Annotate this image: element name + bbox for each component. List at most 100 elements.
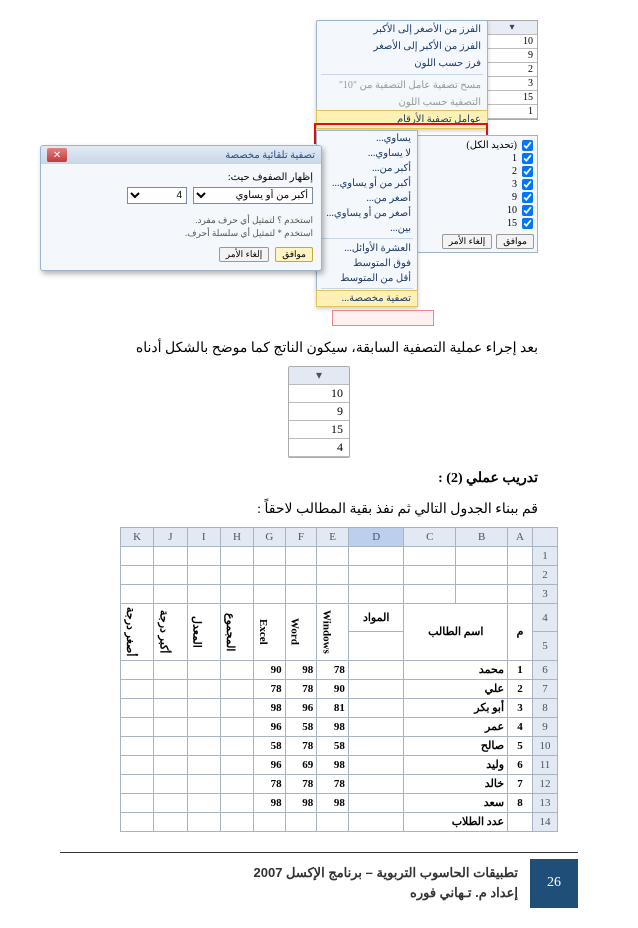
custom-autofilter-dialog[interactable]: تصفية تلقائية مخصصة ✕ إظهار الصفوف حيث: … xyxy=(40,145,322,271)
number-filter-submenu[interactable]: يساوي... لا يساوي... أكبر من... أكبر من … xyxy=(316,130,418,307)
exercise-heading: تدريب عملي (2) : xyxy=(40,468,538,490)
cell: 81 xyxy=(317,698,349,717)
cell: 3 xyxy=(487,77,537,91)
filter-values-panel[interactable]: (تحديد الكل) 1 2 3 9 10 15 موافق إلغاء ا… xyxy=(410,135,538,253)
label: 15 xyxy=(507,218,517,229)
exercise-text: قم ببناء الجدول التالي ثم نفذ بقية المطا… xyxy=(40,499,538,521)
cell: 90 xyxy=(317,679,349,698)
page-footer: 26 تطبيقات الحاسوب التربوية – برنامج الإ… xyxy=(60,859,578,909)
row-head: 2 xyxy=(533,566,558,585)
row-head: 12 xyxy=(533,774,558,793)
value-select[interactable]: 4 xyxy=(127,187,187,204)
mi-gte[interactable]: أكبر من أو يساوي... xyxy=(317,176,417,191)
mi-not-equals[interactable]: لا يساوي... xyxy=(317,146,417,161)
mi-custom-filter[interactable]: تصفية مخصصة... xyxy=(317,291,417,306)
row-head: 5 xyxy=(533,632,558,660)
cb-2[interactable] xyxy=(522,166,533,177)
cell: 1 xyxy=(508,660,533,679)
col-head: F xyxy=(285,528,317,547)
hdr-avg: المعدل xyxy=(191,614,204,650)
sort-by-color[interactable]: فرز حسب اللون xyxy=(317,55,487,72)
cell: 98 xyxy=(317,717,349,736)
label: 10 xyxy=(507,205,517,216)
hdr-max: أكبر درجة xyxy=(157,608,170,655)
label: 2 xyxy=(512,166,517,177)
label: 9 xyxy=(512,192,517,203)
cell-footer-label: عدد الطلاب xyxy=(404,812,508,831)
filter-screenshot-area: ▾ 10 9 2 3 15 1 الفرز من الأصغر إلى الأك… xyxy=(20,20,618,330)
cb-3[interactable] xyxy=(522,179,533,190)
number-filters[interactable]: عوامل تصفية الأرقام xyxy=(317,111,487,128)
ok-button[interactable]: موافق xyxy=(496,234,534,249)
color-filter: التصفية حسب اللون xyxy=(317,94,487,111)
sort-filter-menu[interactable]: الفرز من الأصغر إلى الأكبر الفرز من الأك… xyxy=(316,20,488,129)
mi-between[interactable]: بين... xyxy=(317,221,417,236)
paragraph-result: بعد إجراء عملية التصفية السابقة، سيكون ا… xyxy=(40,338,538,360)
footer-separator xyxy=(60,852,578,853)
cell: صالح xyxy=(404,736,508,755)
cell: 98 xyxy=(254,698,286,717)
hdr-subjects: المواد xyxy=(348,604,404,632)
mi-gt[interactable]: أكبر من... xyxy=(317,161,417,176)
cell: 10 xyxy=(289,385,349,403)
cell: 78 xyxy=(285,679,317,698)
cell: 58 xyxy=(317,736,349,755)
mi-lte[interactable]: أصغر من أو يساوي... xyxy=(317,206,417,221)
dlg-cancel-button[interactable]: إلغاء الأمر xyxy=(219,247,269,262)
cell: علي xyxy=(404,679,508,698)
cell: 9 xyxy=(487,49,537,63)
row-head: 13 xyxy=(533,793,558,812)
mi-equals[interactable]: يساوي... xyxy=(317,131,417,146)
mi-above-avg[interactable]: فوق المتوسط xyxy=(317,256,417,271)
cell: 2 xyxy=(508,679,533,698)
cb-1[interactable] xyxy=(522,153,533,164)
row-head: 7 xyxy=(533,679,558,698)
cell: 8 xyxy=(508,793,533,812)
cell: 98 xyxy=(254,793,286,812)
cell: محمد xyxy=(404,660,508,679)
sort-asc[interactable]: الفرز من الأصغر إلى الأكبر xyxy=(317,21,487,38)
col-head: B xyxy=(456,528,508,547)
cb-6[interactable] xyxy=(522,218,533,229)
corner xyxy=(533,528,558,547)
sort-desc[interactable]: الفرز من الأكبر إلى الأصغر xyxy=(317,38,487,55)
cell: 6 xyxy=(508,755,533,774)
cb-4[interactable] xyxy=(522,192,533,203)
hdr-windows: Windows xyxy=(320,608,332,656)
excel-column-after: ▾ 10 9 15 4 xyxy=(288,366,350,458)
cell: سعد xyxy=(404,793,508,812)
label: (تحديد الكل) xyxy=(466,140,517,151)
cell: أبو بكر xyxy=(404,698,508,717)
cell: 9 xyxy=(289,403,349,421)
footer-line-2: إعداد م. تـهاني فوره xyxy=(72,883,518,904)
hdr-excel: Excel xyxy=(257,617,269,647)
cell: 58 xyxy=(285,717,317,736)
close-icon[interactable]: ✕ xyxy=(47,148,67,162)
excel-column-before: ▾ 10 9 2 3 15 1 xyxy=(486,20,538,120)
operator-select[interactable]: أكبر من أو يساوي xyxy=(193,187,313,204)
row-head: 1 xyxy=(533,547,558,566)
hdr-word: Word xyxy=(289,616,301,647)
row-head: 6 xyxy=(533,660,558,679)
cell: 1 xyxy=(487,105,537,119)
cb-select-all[interactable] xyxy=(522,140,533,151)
dlg-ok-button[interactable]: موافق xyxy=(275,247,313,262)
mi-top10[interactable]: العشرة الأوائل... xyxy=(317,241,417,256)
dialog-titlebar: تصفية تلقائية مخصصة ✕ xyxy=(41,146,321,164)
label: 3 xyxy=(512,179,517,190)
cell: 58 xyxy=(254,736,286,755)
cell: 98 xyxy=(317,793,349,812)
row-head: 10 xyxy=(533,736,558,755)
row-head: 8 xyxy=(533,698,558,717)
filter-dropdown-icon: ▾ xyxy=(487,21,537,35)
row-head: 9 xyxy=(533,717,558,736)
mi-lt[interactable]: أصغر من... xyxy=(317,191,417,206)
cell: 4 xyxy=(289,439,349,457)
cancel-button[interactable]: إلغاء الأمر xyxy=(442,234,492,249)
cell: 96 xyxy=(254,755,286,774)
separator xyxy=(321,238,413,239)
exercise-excel-table: K J I H G F E D C B A 1 2 3 أصغر درجة أك… xyxy=(120,527,558,831)
mi-below-avg[interactable]: أقل من المتوسط xyxy=(317,271,417,286)
cb-5[interactable] xyxy=(522,205,533,216)
row-head: 3 xyxy=(533,585,558,604)
